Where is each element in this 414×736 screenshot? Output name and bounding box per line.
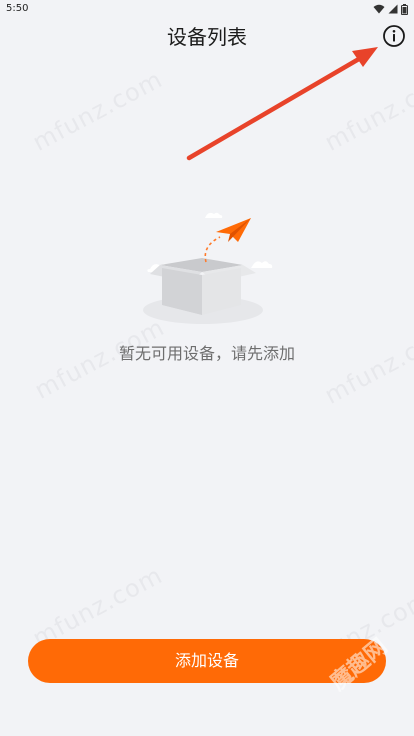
device-list-screen: mfunz.com mfunz.com mfunz.com mfunz.com … bbox=[0, 0, 414, 736]
annotation-arrow bbox=[186, 47, 378, 161]
signal-icon bbox=[388, 4, 398, 14]
info-icon bbox=[382, 25, 406, 52]
status-time: 5:50 bbox=[6, 3, 29, 14]
watermark: mfunz.com bbox=[320, 64, 414, 157]
info-button[interactable] bbox=[382, 24, 406, 48]
battery-icon bbox=[401, 3, 408, 15]
wifi-icon bbox=[373, 4, 385, 14]
empty-state-illustration bbox=[140, 210, 275, 328]
status-bar: 5:50 bbox=[0, 0, 414, 18]
page-title: 设备列表 bbox=[167, 25, 247, 49]
watermark: mfunz.com bbox=[28, 64, 168, 157]
add-device-button[interactable]: 添加设备 bbox=[28, 639, 386, 683]
app-header: 设备列表 bbox=[0, 20, 414, 54]
status-icons bbox=[373, 3, 408, 15]
empty-state-message: 暂无可用设备，请先添加 bbox=[118, 344, 295, 363]
